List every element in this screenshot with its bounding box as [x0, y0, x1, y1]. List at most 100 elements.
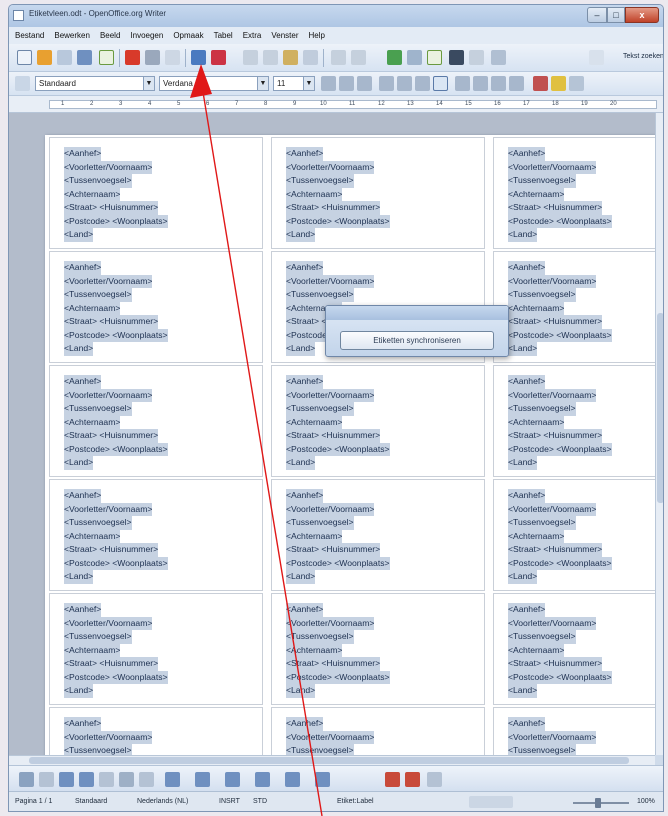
merge-field[interactable]: <Tussenvoegsel>	[286, 516, 354, 530]
merge-field[interactable]: <Postcode> <Woonplaats>	[508, 556, 612, 570]
font-color-icon[interactable]	[533, 76, 548, 91]
merge-field[interactable]: <Straat> <Huisnummer>	[64, 657, 159, 671]
merge-field[interactable]: <Voorletter/Voornaam>	[286, 616, 375, 630]
print-icon[interactable]	[145, 50, 160, 65]
title-bar[interactable]: Etiketvleen.odt - OpenOffice.org Writer …	[9, 5, 663, 27]
maximize-button[interactable]: □	[607, 7, 625, 23]
merge-field[interactable]: <Tussenvoegsel>	[508, 630, 576, 644]
decrease-indent-icon[interactable]	[491, 76, 506, 91]
merge-field[interactable]: <Achternaam>	[286, 415, 343, 429]
paragraph-style-select[interactable]: Standaard ▼	[35, 76, 155, 91]
merge-field[interactable]: <Postcode> <Woonplaats>	[286, 556, 390, 570]
merge-field[interactable]: <Postcode> <Woonplaats>	[508, 328, 612, 342]
merge-field[interactable]: <Voorletter/Voornaam>	[64, 274, 153, 288]
merge-field[interactable]: <Achternaam>	[286, 187, 343, 201]
merge-field[interactable]: <Aanhef>	[286, 147, 324, 161]
select-icon[interactable]	[19, 772, 34, 787]
merge-field[interactable]: <Land>	[508, 570, 538, 584]
symbol-shapes-icon[interactable]	[195, 772, 210, 787]
merge-field[interactable]: <Land>	[286, 228, 316, 242]
merge-field[interactable]: <Achternaam>	[64, 187, 121, 201]
merge-field[interactable]: <Voorletter/Voornaam>	[508, 160, 597, 174]
spellcheck-icon[interactable]	[191, 50, 206, 65]
merge-field[interactable]: <Straat> <Huisnummer>	[508, 201, 603, 215]
merge-field[interactable]: <Achternaam>	[508, 529, 565, 543]
merge-field[interactable]: <Voorletter/Voornaam>	[508, 730, 597, 744]
merge-field[interactable]: <Tussenvoegsel>	[508, 288, 576, 302]
merge-field[interactable]: <Land>	[64, 684, 94, 698]
undo-icon[interactable]	[331, 50, 346, 65]
address-label[interactable]: <Aanhef> <Voorletter/Voornaam> <Tussenvoeg…	[271, 365, 485, 477]
text-icon[interactable]	[119, 772, 134, 787]
paste-icon[interactable]	[283, 50, 298, 65]
merge-field[interactable]: <Voorletter/Voornaam>	[286, 502, 375, 516]
merge-field[interactable]: <Land>	[286, 684, 316, 698]
merge-field[interactable]: <Achternaam>	[508, 643, 565, 657]
merge-field[interactable]: <Postcode> <Woonplaats>	[64, 214, 168, 228]
new-document-icon[interactable]	[17, 50, 32, 65]
dialog-title-bar[interactable]	[326, 306, 508, 320]
merge-field[interactable]: <Voorletter/Voornaam>	[64, 160, 153, 174]
navigator-icon[interactable]	[469, 50, 484, 65]
address-label[interactable]: <Aanhef> <Voorletter/Voornaam> <Tussenvoeg…	[49, 593, 263, 705]
merge-field[interactable]: <Tussenvoegsel>	[64, 744, 132, 755]
merge-field[interactable]: <Aanhef>	[286, 261, 324, 275]
edit-file-icon[interactable]	[99, 50, 114, 65]
merge-field[interactable]: <Straat> <Huisnummer>	[508, 543, 603, 557]
hyperlink-icon[interactable]	[387, 50, 402, 65]
align-left-icon[interactable]	[379, 76, 394, 91]
merge-field[interactable]: <Land>	[64, 456, 94, 470]
merge-field[interactable]: <Postcode> <Woonplaats>	[286, 214, 390, 228]
merge-field[interactable]: <Tussenvoegsel>	[64, 288, 132, 302]
save-icon[interactable]	[57, 50, 72, 65]
merge-field[interactable]: <Postcode> <Woonplaats>	[64, 442, 168, 456]
merge-field[interactable]: <Land>	[286, 456, 316, 470]
address-label[interactable]: <Aanhef> <Voorletter/Voornaam> <Tussenvoeg…	[271, 479, 485, 591]
align-center-icon[interactable]	[397, 76, 412, 91]
background-color-icon[interactable]	[569, 76, 584, 91]
zoom-slider[interactable]	[573, 802, 629, 804]
merge-field[interactable]: <Aanhef>	[64, 261, 102, 275]
status-insert-mode[interactable]: INSRT	[219, 798, 240, 805]
styles-formatting-icon[interactable]	[15, 76, 30, 91]
merge-field[interactable]: <Land>	[64, 228, 94, 242]
merge-field[interactable]: <Aanhef>	[286, 603, 324, 617]
cut-icon[interactable]	[243, 50, 258, 65]
merge-field[interactable]: <Tussenvoegsel>	[286, 630, 354, 644]
menu-extra[interactable]: Extra	[243, 31, 262, 40]
address-label[interactable]: <Aanhef> <Voorletter/Voornaam> <Tussenvoeg…	[493, 479, 655, 591]
merge-field[interactable]: <Aanhef>	[508, 603, 546, 617]
status-selection-mode[interactable]: STD	[253, 798, 267, 805]
merge-field[interactable]: <Aanhef>	[64, 603, 102, 617]
redo-icon[interactable]	[351, 50, 366, 65]
merge-field[interactable]: <Voorletter/Voornaam>	[286, 730, 375, 744]
copy-icon[interactable]	[263, 50, 278, 65]
freeform-icon[interactable]	[99, 772, 114, 787]
align-right-icon[interactable]	[415, 76, 430, 91]
menu-help[interactable]: Help	[309, 31, 325, 40]
address-label[interactable]: <Aanhef> <Voorletter/Voornaam> <Tussenvoeg…	[271, 137, 485, 249]
export-pdf-icon[interactable]	[125, 50, 140, 65]
gallery-icon[interactable]	[491, 50, 506, 65]
merge-field[interactable]: <Land>	[508, 684, 538, 698]
merge-field[interactable]: <Tussenvoegsel>	[286, 174, 354, 188]
merge-field[interactable]: <Achternaam>	[64, 301, 121, 315]
merge-field[interactable]: <Achternaam>	[508, 187, 565, 201]
merge-field[interactable]: <Straat> <Huisnummer>	[286, 543, 381, 557]
merge-field[interactable]: <Aanhef>	[64, 717, 102, 731]
merge-field[interactable]: <Straat> <Huisnummer>	[64, 543, 159, 557]
menu-bestand[interactable]: Bestand	[15, 31, 44, 40]
table-icon[interactable]	[407, 50, 422, 65]
font-size-select[interactable]: 11 ▼	[273, 76, 315, 91]
highlight-icon[interactable]	[551, 76, 566, 91]
merge-field[interactable]: <Voorletter/Voornaam>	[508, 502, 597, 516]
merge-field[interactable]: <Voorletter/Voornaam>	[508, 616, 597, 630]
numbering-icon[interactable]	[455, 76, 470, 91]
merge-field[interactable]: <Straat> <Huisnummer>	[64, 315, 159, 329]
find-replace-icon[interactable]	[449, 50, 464, 65]
merge-field[interactable]: <Postcode> <Woonplaats>	[508, 670, 612, 684]
menu-beeld[interactable]: Beeld	[100, 31, 120, 40]
merge-field[interactable]: <Postcode> <Woonplaats>	[286, 670, 390, 684]
merge-field[interactable]: <Voorletter/Voornaam>	[508, 388, 597, 402]
merge-field[interactable]: <Achternaam>	[64, 415, 121, 429]
